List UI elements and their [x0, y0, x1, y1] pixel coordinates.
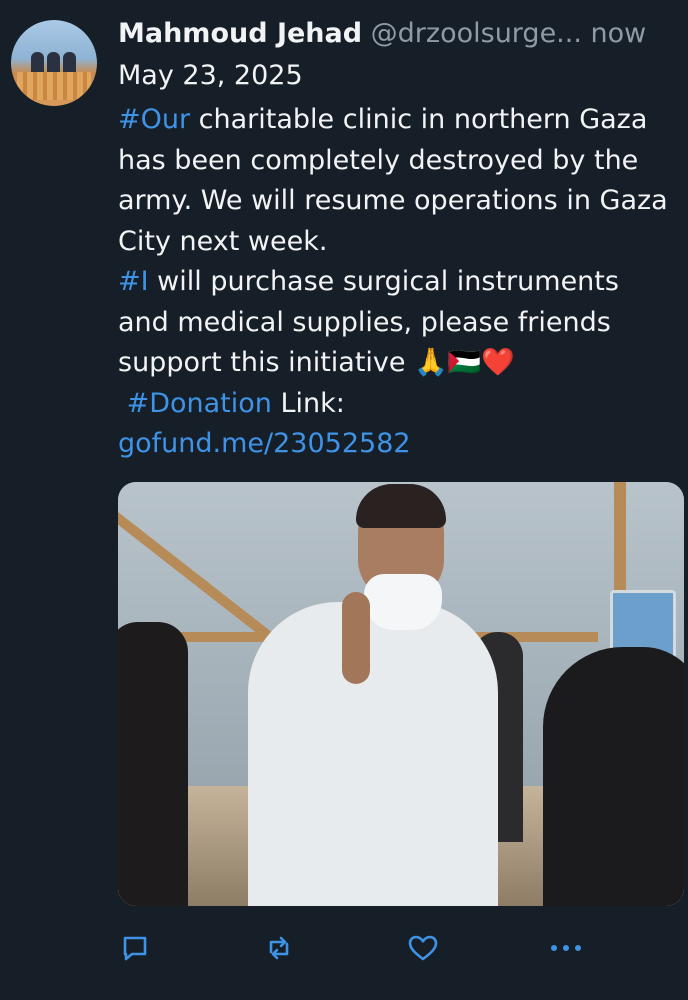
- person-left: [118, 622, 188, 906]
- hashtag-donation[interactable]: #Donation: [127, 388, 272, 419]
- retweet-button[interactable]: [259, 928, 299, 968]
- tweet-text-part: Link:: [280, 387, 345, 419]
- tweet-header: Mahmoud Jehad @drzoolsurge... now: [118, 18, 684, 58]
- tweet-photo[interactable]: [118, 482, 684, 906]
- donation-link[interactable]: gofund.me/23052582: [118, 428, 411, 459]
- tweet-actions: [0, 920, 688, 974]
- more-icon: [549, 943, 583, 953]
- like-button[interactable]: [403, 928, 443, 968]
- relative-time: now: [590, 18, 647, 49]
- surgical-mask: [364, 574, 442, 630]
- retweet-icon: [263, 932, 295, 964]
- post-date: May 23, 2025: [118, 60, 303, 91]
- surgeon-gown: [248, 602, 498, 906]
- author-avatar[interactable]: [11, 20, 97, 106]
- more-button[interactable]: [546, 928, 586, 968]
- hashtag-our[interactable]: #Our: [118, 104, 190, 135]
- reply-icon: [119, 932, 151, 964]
- reply-button[interactable]: [115, 928, 155, 968]
- person-right: [543, 647, 684, 906]
- surgeon-hand: [342, 592, 370, 684]
- hashtag-i[interactable]: #I: [118, 266, 149, 297]
- author-name[interactable]: Mahmoud Jehad: [118, 18, 362, 49]
- author-handle[interactable]: @drzoolsurge...: [371, 18, 582, 49]
- avatar-table: [17, 72, 91, 100]
- tweet-text: #Our charitable clinic in northern Gaza …: [118, 100, 678, 465]
- tweet-text-part: charitable clinic in northern Gaza has b…: [118, 104, 668, 257]
- heart-icon: [406, 932, 440, 964]
